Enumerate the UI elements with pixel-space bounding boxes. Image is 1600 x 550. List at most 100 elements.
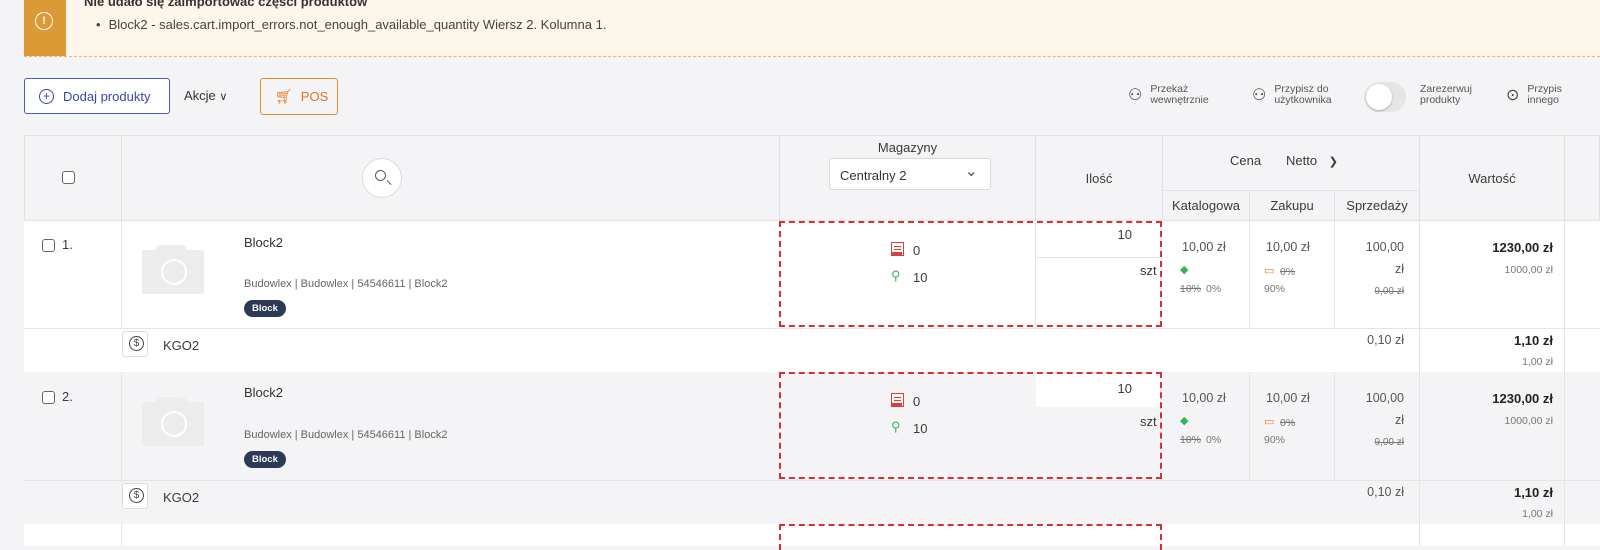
service-sale: 0,10 zł xyxy=(1367,485,1404,499)
reserved-stock-icon xyxy=(891,393,904,407)
catalog-discount-new: 0% xyxy=(1206,434,1222,446)
col-divider xyxy=(1419,524,1420,546)
sale-price-line1[interactable]: 100,00 xyxy=(1334,391,1404,405)
col-divider xyxy=(121,221,122,328)
row-index: 2. xyxy=(62,389,73,404)
col-divider xyxy=(1249,221,1250,328)
reserved-stock-value: 0 xyxy=(913,243,921,258)
reserved-stock-value: 0 xyxy=(913,394,921,409)
available-stock-value: 10 xyxy=(913,421,928,436)
service-code: KGO2 xyxy=(163,338,200,353)
users-icon: ⚇ xyxy=(1252,86,1267,104)
warehouse-select[interactable]: Centralny 2 xyxy=(829,158,991,190)
purchase-old: 0% xyxy=(1280,417,1296,429)
price-mode-label: Netto xyxy=(1286,153,1318,168)
header-product-cell xyxy=(121,135,780,221)
row-checkbox[interactable] xyxy=(42,239,55,252)
tag-icon: ◆ xyxy=(1180,415,1189,427)
reserved-stock-icon xyxy=(891,242,904,256)
value-gross: 1230,00 zł xyxy=(1492,391,1553,406)
product-meta: Budowlex | Budowlex | 54546611 | Block2 xyxy=(244,429,448,441)
location-pin-icon: ⚲ xyxy=(891,419,901,434)
service-value-gross: 1,10 zł xyxy=(1513,333,1553,348)
users-icon: ⚇ xyxy=(1128,86,1143,104)
available-stock-value: 10 xyxy=(913,270,928,285)
price-heading: Cena xyxy=(1230,153,1262,168)
purchase-price: 10,00 zł xyxy=(1266,240,1310,254)
service-sale: 0,10 zł xyxy=(1367,333,1404,347)
row-checkbox[interactable] xyxy=(42,391,55,404)
transfer-label-2: wewnętrznie xyxy=(1150,94,1209,106)
sale-heading: Sprzedaży xyxy=(1346,198,1408,213)
pos-button[interactable]: 🛒︎ POS xyxy=(260,78,338,115)
location-pin-icon: ⚲ xyxy=(891,268,901,283)
col-divider xyxy=(1334,221,1335,328)
value-net: 1000,00 zł xyxy=(1504,264,1553,276)
col-divider xyxy=(1249,372,1250,480)
quantity-input[interactable]: 10 xyxy=(1036,227,1132,242)
value-gross: 1230,00 zł xyxy=(1492,240,1553,255)
dollar-icon xyxy=(122,331,148,357)
sale-price-old: 9,00 zł xyxy=(1374,286,1404,297)
purchase-margin: 90% xyxy=(1264,283,1286,295)
product-meta: Budowlex | Budowlex | 54546611 | Block2 xyxy=(244,278,448,290)
transfer-internal-button[interactable]: ⚇ Przekaż wewnętrznie xyxy=(1128,84,1209,106)
col-divider xyxy=(1564,480,1565,524)
check-circle-icon: ⊙ xyxy=(1506,86,1520,104)
toggle-knob xyxy=(1366,84,1392,110)
chevron-down-icon: ∨ xyxy=(219,91,228,103)
col-divider xyxy=(1419,480,1420,524)
tag-icon: ◆ xyxy=(1180,264,1189,276)
value-heading: Wartość xyxy=(1468,171,1516,186)
sale-price-line1[interactable]: 100,00 xyxy=(1334,240,1404,254)
catalog-heading: Katalogowa xyxy=(1172,198,1240,213)
reserve-label-2: produkty xyxy=(1420,94,1461,106)
assign-other-button[interactable]: ⊙ Przypis innego xyxy=(1506,84,1562,106)
product-name-link[interactable]: Block2 xyxy=(244,235,283,250)
box-icon: ▭ xyxy=(1264,416,1275,428)
col-divider xyxy=(1419,328,1420,372)
cart-icon: 🛒︎ xyxy=(275,88,293,104)
catalog-discount-new: 0% xyxy=(1206,283,1222,295)
col-divider xyxy=(1419,372,1420,480)
select-all-checkbox[interactable] xyxy=(62,171,75,184)
quantity-unit: szt xyxy=(1140,263,1157,278)
purchase-price: 10,00 zł xyxy=(1266,391,1310,405)
product-badge: Block xyxy=(244,300,286,317)
quantity-heading: Ilość xyxy=(1085,171,1113,186)
price-mode-dropdown[interactable]: Netto ❯ xyxy=(1286,153,1338,168)
add-products-label: Dodaj produkty xyxy=(63,88,151,104)
alert-item: Block2 - sales.cart.import_errors.not_en… xyxy=(96,17,607,32)
value-net: 1000,00 zł xyxy=(1504,415,1553,427)
qty-underline xyxy=(1036,257,1160,258)
box-icon: ▭ xyxy=(1264,265,1275,277)
catalog-discount-old: 10% xyxy=(1180,283,1202,295)
quantity-unit: szt xyxy=(1140,414,1157,429)
sale-price-old: 9,00 zł xyxy=(1374,437,1404,448)
search-icon[interactable] xyxy=(362,158,402,198)
product-name-link[interactable]: Block2 xyxy=(244,385,283,400)
actions-dropdown[interactable]: Akcje ∨ xyxy=(184,88,227,103)
plus-circle-icon: + xyxy=(39,88,54,104)
col-divider xyxy=(1334,372,1335,480)
error-highlight-box xyxy=(779,524,1162,550)
product-badge: Block xyxy=(244,451,286,468)
add-products-button[interactable]: + Dodaj produkty xyxy=(24,78,170,114)
col-divider xyxy=(1564,221,1565,328)
sale-price-line2: zł xyxy=(1394,262,1404,276)
dollar-icon xyxy=(122,483,148,509)
quantity-input[interactable]: 10 xyxy=(1036,381,1132,396)
chevron-down-icon: ❯ xyxy=(1328,156,1338,168)
assign-other-label-2: innego xyxy=(1527,94,1559,106)
product-photo-placeholder xyxy=(142,397,204,446)
service-value-net: 1,00 zł xyxy=(1522,356,1553,368)
reserve-products-toggle[interactable] xyxy=(1364,82,1406,112)
actions-label: Akcje xyxy=(184,88,216,103)
warehouses-heading: Magazyny xyxy=(877,140,938,155)
col-divider xyxy=(1419,221,1420,328)
warehouse-selected: Centralny 2 xyxy=(840,168,907,183)
col-divider xyxy=(121,372,122,480)
col-divider xyxy=(121,524,122,546)
assign-user-button[interactable]: ⚇ Przypisz do użytkownika xyxy=(1252,84,1332,106)
purchase-margin: 90% xyxy=(1264,434,1286,446)
